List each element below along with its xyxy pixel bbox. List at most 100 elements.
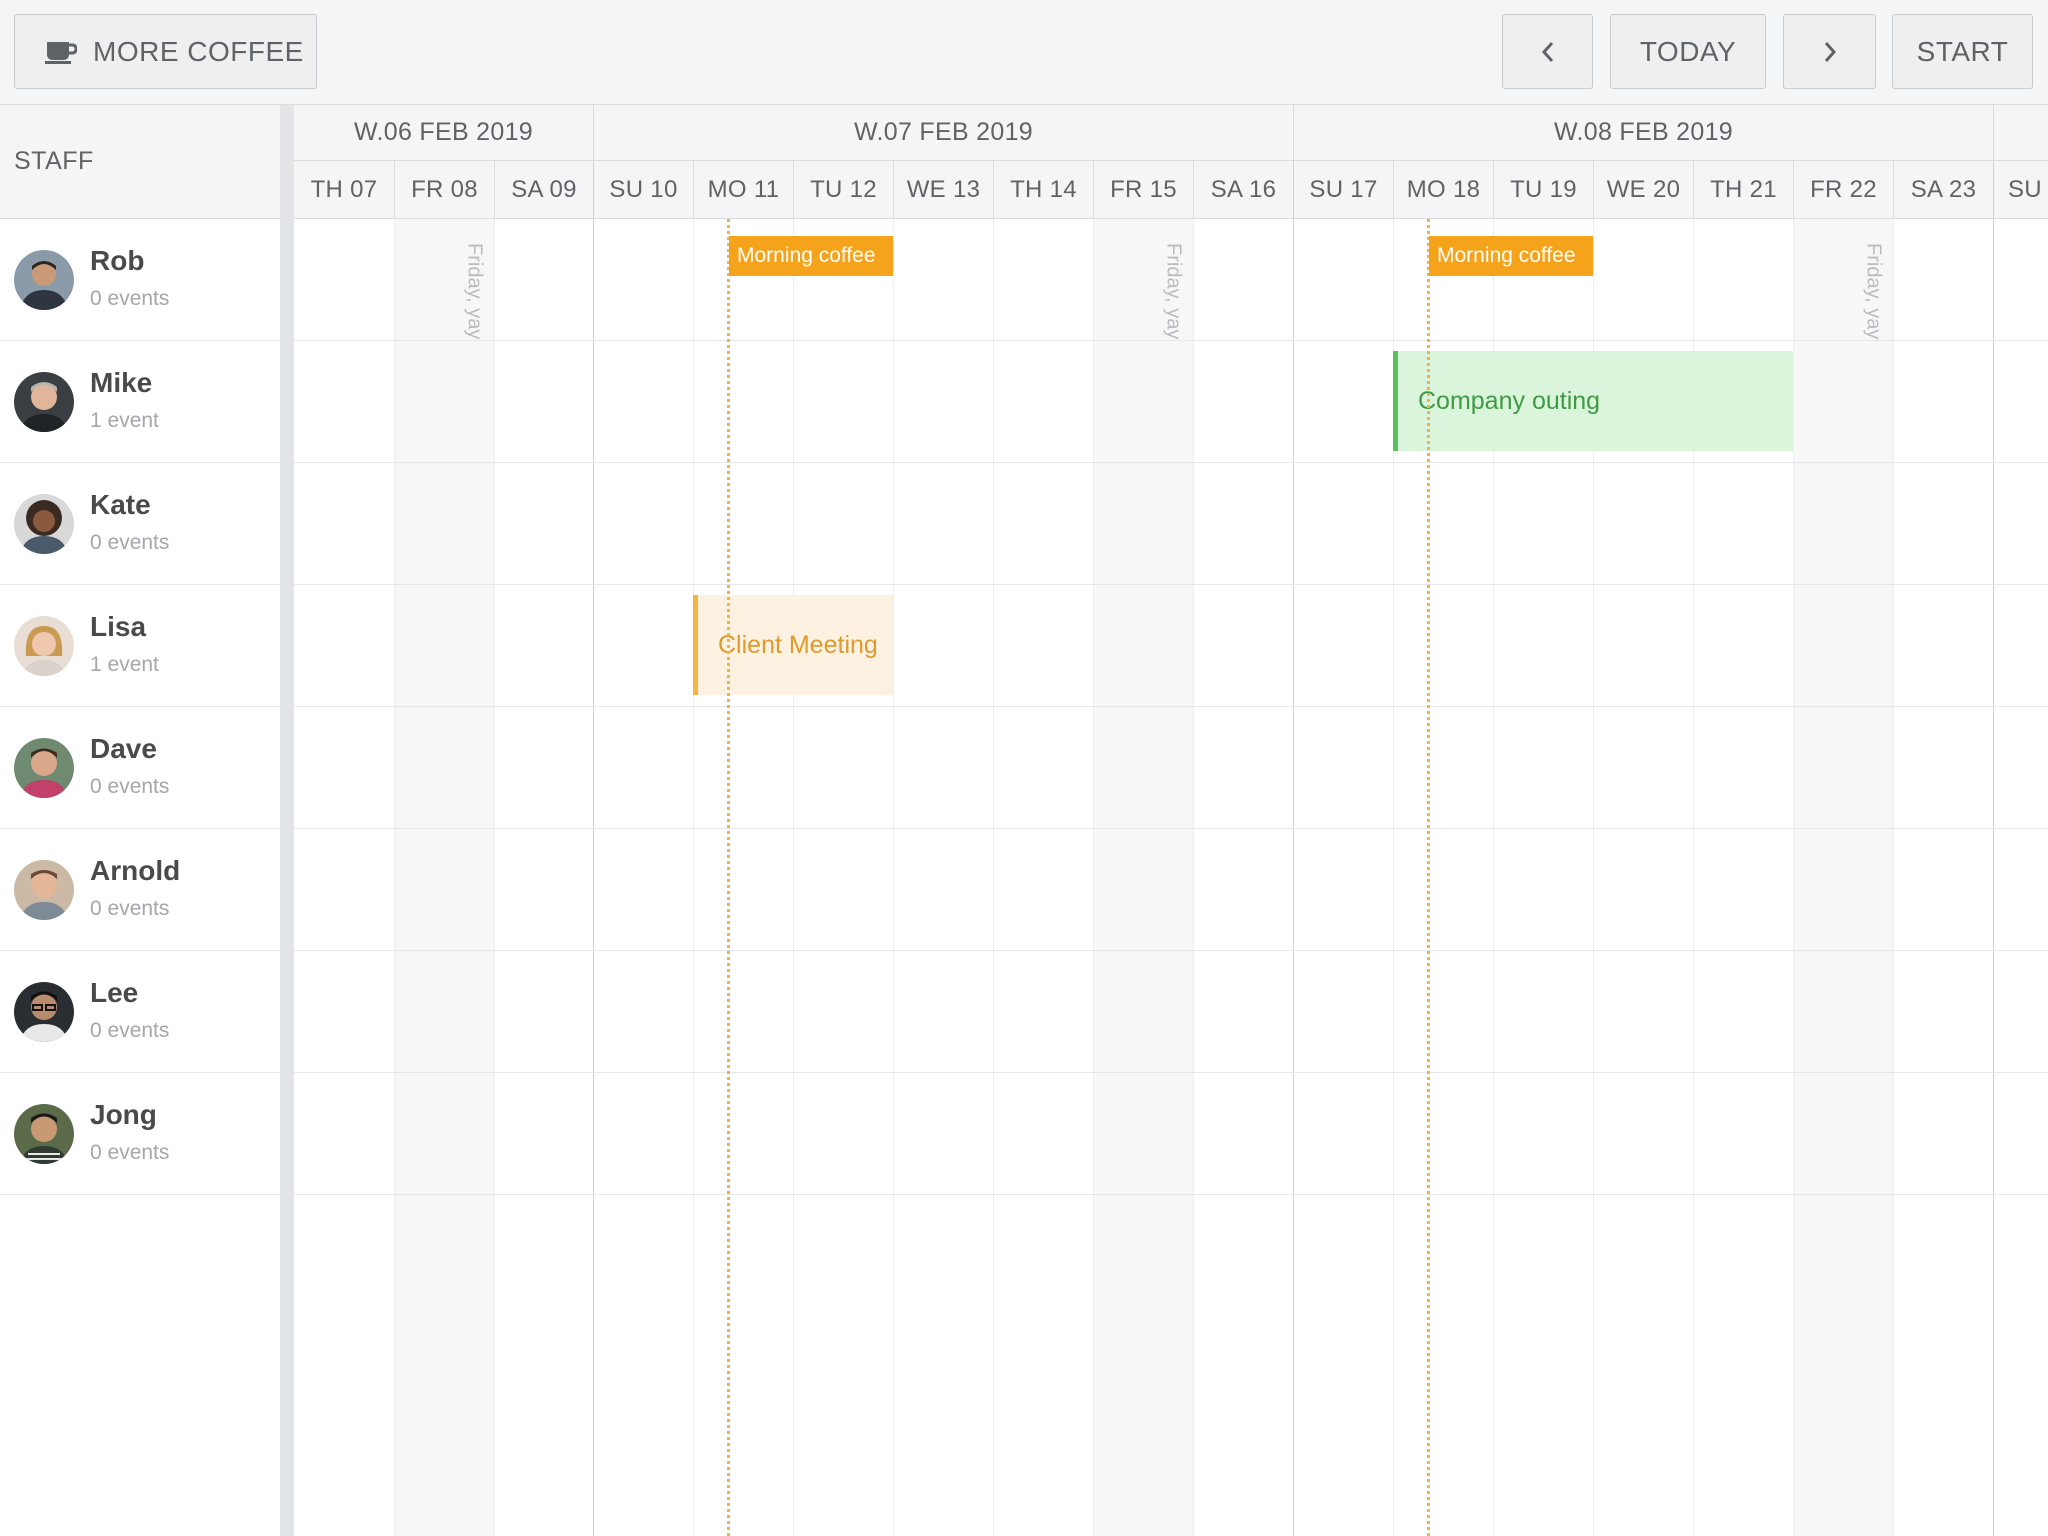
day-header: WE 20 [1593,161,1693,219]
day-gridline [494,219,495,1536]
week-gridline [1293,219,1294,1536]
staff-row-mike[interactable]: Mike 1 event [0,341,280,463]
day-header: TU 12 [793,161,893,219]
day-header: MO 11 [693,161,793,219]
day-header: FR 22 [1793,161,1893,219]
staff-row-jong[interactable]: Jong 0 events [0,1073,280,1195]
day-gridline [993,219,994,1536]
toolbar: MORE COFFEE TODAY START [0,0,2048,105]
day-gridline [1893,219,1894,1536]
chevron-left-icon [1540,40,1556,64]
day-header: MO 18 [1393,161,1493,219]
morning-coffee-tag[interactable]: Morning coffee [729,236,893,276]
day-gridline [1793,219,1794,1536]
avatar [14,372,74,432]
staff-event-count: 1 event [90,409,159,432]
staff-name: Dave [90,733,157,764]
week-header: W.06 FEB 2019 [294,105,593,161]
staff-event-count: 0 events [90,287,170,310]
row-gridline [294,828,2048,829]
avatar [14,494,74,554]
event-company-outing[interactable]: Company outing [1393,351,1793,451]
day-header: TU 19 [1493,161,1593,219]
avatar [14,250,74,310]
staff-name: Mike [90,367,153,398]
row-gridline [294,1072,2048,1073]
morning-coffee-timeline [727,219,730,1536]
staff-row-kate[interactable]: Kate 0 events [0,463,280,585]
more-coffee-button[interactable]: MORE COFFEE [14,14,317,89]
row-gridline [294,584,2048,585]
friday-time-range-label: Friday, yay [463,243,486,340]
staff-name: Kate [90,489,151,520]
day-gridline [1193,219,1194,1536]
staff-event-count: 0 events [90,897,170,920]
day-header: SU [1993,161,2048,219]
friday-column-shade [394,219,494,1536]
day-header: SU 17 [1293,161,1393,219]
day-gridline [693,219,694,1536]
day-header: SU 10 [593,161,693,219]
column-splitter[interactable] [280,105,294,1536]
day-header: TH 07 [310,176,378,203]
friday-time-range-label: Friday, yay [1862,243,1885,340]
day-header: WE 13 [893,161,993,219]
staff-row-dave[interactable]: Dave 0 events [0,707,280,829]
previous-button[interactable] [1502,14,1593,89]
day-header: TH 14 [993,161,1093,219]
day-gridline [394,219,395,1536]
today-button[interactable]: TODAY [1610,14,1766,89]
morning-coffee-tag[interactable]: Morning coffee [1429,236,1593,276]
week-header [1993,105,2048,161]
avatar [14,982,74,1042]
staff-column-header[interactable]: STAFF [0,105,280,219]
friday-column-shade [1793,219,1893,1536]
chevron-right-icon [1822,40,1838,64]
staff-row-rob[interactable]: Rob 0 events [0,219,280,341]
staff-name: Rob [90,245,145,276]
staff-name: Lee [90,977,139,1008]
staff-row-lisa[interactable]: Lisa 1 event [0,585,280,707]
row-gridline [294,1194,2048,1195]
day-header: FR 08 [394,161,494,219]
staff-row-lee[interactable]: Lee 0 events [0,951,280,1073]
staff-name: Lisa [90,611,147,642]
week-gridline [1993,219,1994,1536]
staff-name: Arnold [90,855,181,886]
avatar [14,616,74,676]
next-button[interactable] [1783,14,1876,89]
week-gridline [593,219,594,1536]
day-gridline [793,219,794,1536]
staff-row-arnold[interactable]: Arnold 0 events [0,829,280,951]
morning-coffee-timeline [1427,219,1430,1536]
scheduler-app: MORE COFFEE TODAY START STAFF Rob 0 even… [0,0,2048,1536]
day-header: SA 09 [494,161,593,219]
staff-event-count: 1 event [90,653,159,676]
friday-column-shade [1093,219,1193,1536]
staff-event-count: 0 events [90,1141,170,1164]
day-gridline [893,219,894,1536]
avatar [14,860,74,920]
coffee-cup-icon [45,40,77,64]
avatar [14,738,74,798]
row-gridline [294,462,2048,463]
day-header: SA 16 [1193,161,1293,219]
day-header: TH 21 [1693,161,1793,219]
event-client-meeting[interactable]: Client Meeting [693,595,893,695]
staff-event-count: 0 events [90,775,170,798]
staff-column: STAFF Rob 0 events Mike 1 event Kate 0 e… [0,105,280,1536]
more-coffee-label: MORE COFFEE [93,35,304,67]
start-button[interactable]: START [1892,14,2033,89]
staff-event-count: 0 events [90,531,170,554]
timeline-body[interactable]: Friday, yay Friday, yay Friday, yay Morn… [294,219,2048,1536]
timeline-header: W.06 FEB 2019 W.07 FEB 2019 W.08 FEB 201… [294,105,2048,219]
avatar [14,1104,74,1164]
row-gridline [294,950,2048,951]
staff-name: Jong [90,1099,157,1130]
week-header: W.07 FEB 2019 [593,105,1293,161]
timeline: W.06 FEB 2019 W.07 FEB 2019 W.08 FEB 201… [294,105,2048,1536]
day-gridline [1093,219,1094,1536]
day-header: SA 23 [1893,161,1993,219]
day-header: FR 15 [1093,161,1193,219]
week-header: W.08 FEB 2019 [1293,105,1993,161]
